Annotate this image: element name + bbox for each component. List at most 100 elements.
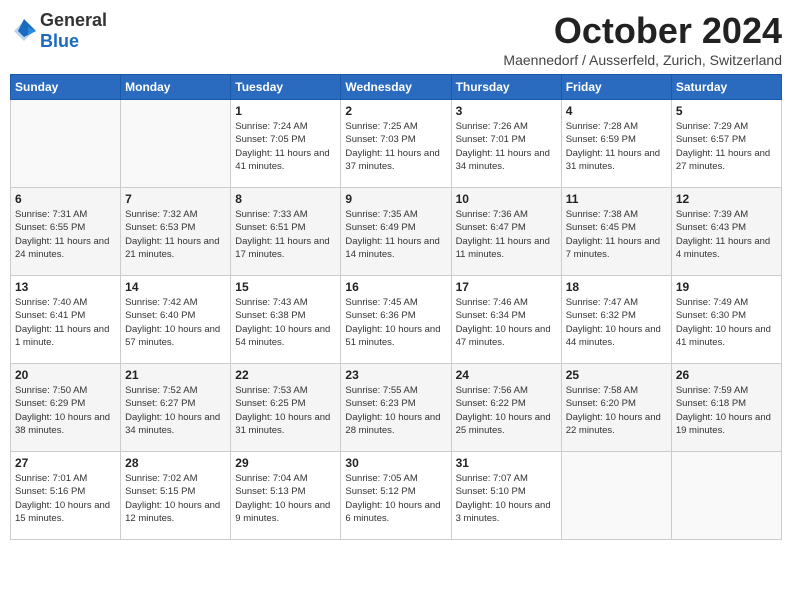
day-info: Sunrise: 7:53 AM Sunset: 6:25 PM Dayligh… xyxy=(235,384,336,437)
day-number: 28 xyxy=(125,456,226,470)
calendar-cell: 4 Sunrise: 7:28 AM Sunset: 6:59 PM Daylig… xyxy=(561,100,671,188)
day-number: 10 xyxy=(456,192,557,206)
calendar-cell: 22 Sunrise: 7:53 AM Sunset: 6:25 PM Dayli… xyxy=(231,364,341,452)
day-info: Sunrise: 7:25 AM Sunset: 7:03 PM Dayligh… xyxy=(345,120,446,173)
day-info: Sunrise: 7:29 AM Sunset: 6:57 PM Dayligh… xyxy=(676,120,777,173)
day-info: Sunrise: 7:45 AM Sunset: 6:36 PM Dayligh… xyxy=(345,296,446,349)
day-info: Sunrise: 7:02 AM Sunset: 5:15 PM Dayligh… xyxy=(125,472,226,525)
weekday-header-saturday: Saturday xyxy=(671,75,781,100)
calendar-cell: 1 Sunrise: 7:24 AM Sunset: 7:05 PM Daylig… xyxy=(231,100,341,188)
day-info: Sunrise: 7:32 AM Sunset: 6:53 PM Dayligh… xyxy=(125,208,226,261)
calendar-cell: 29 Sunrise: 7:04 AM Sunset: 5:13 PM Dayli… xyxy=(231,452,341,540)
logo-icon xyxy=(10,17,38,45)
calendar-week-row: 13Sunrise: 7:40 AM Sunset: 6:41 PM Dayli… xyxy=(11,276,782,364)
day-info: Sunrise: 7:43 AM Sunset: 6:38 PM Dayligh… xyxy=(235,296,336,349)
calendar-cell: 25Sunrise: 7:58 AM Sunset: 6:20 PM Dayli… xyxy=(561,364,671,452)
calendar-cell: 7 Sunrise: 7:32 AM Sunset: 6:53 PM Daylig… xyxy=(121,188,231,276)
day-number: 6 xyxy=(15,192,116,206)
calendar-cell: 2 Sunrise: 7:25 AM Sunset: 7:03 PM Daylig… xyxy=(341,100,451,188)
calendar-cell: 23 Sunrise: 7:55 AM Sunset: 6:23 PM Dayli… xyxy=(341,364,451,452)
weekday-header-friday: Friday xyxy=(561,75,671,100)
day-number: 4 xyxy=(566,104,667,118)
day-info: Sunrise: 7:59 AM Sunset: 6:18 PM Dayligh… xyxy=(676,384,777,437)
calendar-cell: 21 Sunrise: 7:52 AM Sunset: 6:27 PM Dayli… xyxy=(121,364,231,452)
calendar-cell xyxy=(561,452,671,540)
title-area: October 2024 Maennedorf / Ausserfeld, Zu… xyxy=(503,10,782,68)
day-number: 17 xyxy=(456,280,557,294)
calendar-cell: 15 Sunrise: 7:43 AM Sunset: 6:38 PM Dayli… xyxy=(231,276,341,364)
month-title: October 2024 xyxy=(503,10,782,52)
day-info: Sunrise: 7:28 AM Sunset: 6:59 PM Dayligh… xyxy=(566,120,667,173)
day-number: 24 xyxy=(456,368,557,382)
day-info: Sunrise: 7:35 AM Sunset: 6:49 PM Dayligh… xyxy=(345,208,446,261)
calendar-cell xyxy=(671,452,781,540)
day-info: Sunrise: 7:46 AM Sunset: 6:34 PM Dayligh… xyxy=(456,296,557,349)
day-info: Sunrise: 7:39 AM Sunset: 6:43 PM Dayligh… xyxy=(676,208,777,261)
logo-general-text: General xyxy=(40,10,107,30)
calendar-cell: 30 Sunrise: 7:05 AM Sunset: 5:12 PM Dayli… xyxy=(341,452,451,540)
day-number: 26 xyxy=(676,368,777,382)
weekday-header-sunday: Sunday xyxy=(11,75,121,100)
day-info: Sunrise: 7:38 AM Sunset: 6:45 PM Dayligh… xyxy=(566,208,667,261)
calendar-cell: 8 Sunrise: 7:33 AM Sunset: 6:51 PM Daylig… xyxy=(231,188,341,276)
day-number: 30 xyxy=(345,456,446,470)
calendar-cell: 6 Sunrise: 7:31 AM Sunset: 6:55 PM Daylig… xyxy=(11,188,121,276)
day-number: 15 xyxy=(235,280,336,294)
day-number: 1 xyxy=(235,104,336,118)
day-number: 18 xyxy=(566,280,667,294)
calendar-week-row: 20Sunrise: 7:50 AM Sunset: 6:29 PM Dayli… xyxy=(11,364,782,452)
day-info: Sunrise: 7:36 AM Sunset: 6:47 PM Dayligh… xyxy=(456,208,557,261)
day-info: Sunrise: 7:04 AM Sunset: 5:13 PM Dayligh… xyxy=(235,472,336,525)
calendar-cell: 5Sunrise: 7:29 AM Sunset: 6:57 PM Daylig… xyxy=(671,100,781,188)
day-number: 19 xyxy=(676,280,777,294)
location-title: Maennedorf / Ausserfeld, Zurich, Switzer… xyxy=(503,52,782,68)
calendar-cell: 12 Sunrise: 7:39 AM Sunset: 6:43 PM Dayli… xyxy=(671,188,781,276)
calendar-cell: 19 Sunrise: 7:49 AM Sunset: 6:30 PM Dayli… xyxy=(671,276,781,364)
day-info: Sunrise: 7:47 AM Sunset: 6:32 PM Dayligh… xyxy=(566,296,667,349)
day-number: 14 xyxy=(125,280,226,294)
day-info: Sunrise: 7:01 AM Sunset: 5:16 PM Dayligh… xyxy=(15,472,116,525)
day-info: Sunrise: 7:52 AM Sunset: 6:27 PM Dayligh… xyxy=(125,384,226,437)
day-number: 23 xyxy=(345,368,446,382)
day-number: 2 xyxy=(345,104,446,118)
calendar-week-row: 1 Sunrise: 7:24 AM Sunset: 7:05 PM Daylig… xyxy=(11,100,782,188)
day-info: Sunrise: 7:05 AM Sunset: 5:12 PM Dayligh… xyxy=(345,472,446,525)
day-number: 22 xyxy=(235,368,336,382)
day-number: 21 xyxy=(125,368,226,382)
weekday-header-tuesday: Tuesday xyxy=(231,75,341,100)
day-number: 12 xyxy=(676,192,777,206)
calendar-cell: 11Sunrise: 7:38 AM Sunset: 6:45 PM Dayli… xyxy=(561,188,671,276)
day-number: 7 xyxy=(125,192,226,206)
day-info: Sunrise: 7:26 AM Sunset: 7:01 PM Dayligh… xyxy=(456,120,557,173)
day-info: Sunrise: 7:31 AM Sunset: 6:55 PM Dayligh… xyxy=(15,208,116,261)
day-info: Sunrise: 7:58 AM Sunset: 6:20 PM Dayligh… xyxy=(566,384,667,437)
weekday-header-wednesday: Wednesday xyxy=(341,75,451,100)
calendar-cell: 24 Sunrise: 7:56 AM Sunset: 6:22 PM Dayli… xyxy=(451,364,561,452)
calendar-cell: 27 Sunrise: 7:01 AM Sunset: 5:16 PM Dayli… xyxy=(11,452,121,540)
day-info: Sunrise: 7:49 AM Sunset: 6:30 PM Dayligh… xyxy=(676,296,777,349)
calendar-table: SundayMondayTuesdayWednesdayThursdayFrid… xyxy=(10,74,782,540)
weekday-header-thursday: Thursday xyxy=(451,75,561,100)
day-info: Sunrise: 7:07 AM Sunset: 5:10 PM Dayligh… xyxy=(456,472,557,525)
day-number: 8 xyxy=(235,192,336,206)
day-number: 13 xyxy=(15,280,116,294)
day-number: 16 xyxy=(345,280,446,294)
calendar-week-row: 6 Sunrise: 7:31 AM Sunset: 6:55 PM Daylig… xyxy=(11,188,782,276)
day-info: Sunrise: 7:24 AM Sunset: 7:05 PM Dayligh… xyxy=(235,120,336,173)
day-number: 29 xyxy=(235,456,336,470)
calendar-cell: 17 Sunrise: 7:46 AM Sunset: 6:34 PM Dayli… xyxy=(451,276,561,364)
weekday-header-row: SundayMondayTuesdayWednesdayThursdayFrid… xyxy=(11,75,782,100)
logo-blue-text: Blue xyxy=(40,31,79,51)
logo: General Blue xyxy=(10,10,107,52)
day-info: Sunrise: 7:55 AM Sunset: 6:23 PM Dayligh… xyxy=(345,384,446,437)
day-number: 27 xyxy=(15,456,116,470)
day-number: 31 xyxy=(456,456,557,470)
calendar-cell xyxy=(11,100,121,188)
calendar-cell: 20Sunrise: 7:50 AM Sunset: 6:29 PM Dayli… xyxy=(11,364,121,452)
day-number: 3 xyxy=(456,104,557,118)
calendar-cell: 3 Sunrise: 7:26 AM Sunset: 7:01 PM Daylig… xyxy=(451,100,561,188)
calendar-cell: 13Sunrise: 7:40 AM Sunset: 6:41 PM Dayli… xyxy=(11,276,121,364)
day-info: Sunrise: 7:56 AM Sunset: 6:22 PM Dayligh… xyxy=(456,384,557,437)
calendar-cell: 16 Sunrise: 7:45 AM Sunset: 6:36 PM Dayli… xyxy=(341,276,451,364)
day-info: Sunrise: 7:33 AM Sunset: 6:51 PM Dayligh… xyxy=(235,208,336,261)
